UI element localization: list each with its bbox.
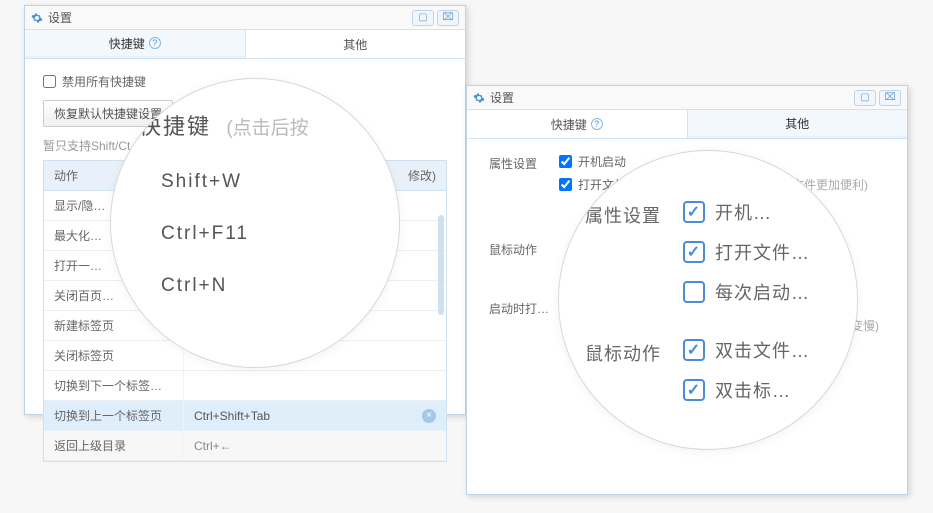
tab-shortcuts[interactable]: 快捷键 ? (467, 110, 688, 138)
scrollbar[interactable] (438, 215, 444, 315)
lens-group-label: 属性设置 (585, 199, 683, 319)
gear-icon (473, 92, 485, 104)
table-row[interactable]: 返回上级目录Ctrl+← (44, 431, 446, 461)
lens-subtitle: (点击后按 (226, 118, 308, 139)
titlebar: 设置 ▢ ⌧ (467, 86, 907, 110)
group-label: 属性设置 (489, 153, 559, 199)
tab-other[interactable]: 其他 (688, 110, 908, 138)
table-row-selected[interactable]: 切换到上一个标签页 Ctrl+Shift+Tab × (44, 401, 446, 431)
group-label: 鼠标动作 (489, 239, 559, 258)
close-button[interactable]: ⌧ (437, 10, 459, 26)
close-button[interactable]: ⌧ (879, 90, 901, 106)
tab-shortcuts[interactable]: 快捷键 ? (25, 30, 246, 58)
disable-all-checkbox[interactable] (43, 75, 56, 88)
table-row[interactable]: 切换到下一个标签… (44, 371, 446, 401)
tab-label: 其他 (343, 36, 367, 53)
window-title: 设置 (490, 89, 854, 106)
maximize-button[interactable]: ▢ (412, 10, 434, 26)
lens-shortcut: Shift+W (161, 171, 371, 193)
checkbox-icon[interactable] (683, 339, 705, 361)
window-btns: ▢ ⌧ (854, 90, 901, 106)
tabs: 快捷键 ? 其他 (25, 30, 465, 59)
tab-label: 快捷键 (551, 116, 587, 133)
lens-shortcut: Ctrl+N (161, 275, 371, 297)
lens-opt-dblfile: 双击文件… (683, 337, 841, 363)
gear-icon (31, 12, 43, 24)
lens-shortcut: Ctrl+F11 (161, 223, 371, 245)
help-icon[interactable]: ? (591, 118, 603, 130)
clear-shortcut-button[interactable]: × (422, 409, 436, 423)
magnifier-other: 属性设置 开机… 打开文件… 每次启动… 鼠标动作 双击文件… 双击标… (558, 150, 858, 450)
tab-label: 其他 (785, 115, 809, 132)
checkbox-label: 禁用所有快捷键 (62, 73, 146, 90)
lens-opt-autostart: 开机… (683, 199, 841, 225)
titlebar: 设置 ▢ ⌧ (25, 6, 465, 30)
lens-opt-everystart: 每次启动… (683, 279, 841, 305)
magnifier-shortcuts: 快捷键 (点击后按 Shift+W Ctrl+F11 Ctrl+N (110, 78, 400, 368)
group-label: 启动时打… (489, 298, 559, 317)
tab-other[interactable]: 其他 (246, 30, 466, 58)
checkbox-icon[interactable] (683, 201, 705, 223)
checkbox-icon[interactable] (683, 281, 705, 303)
window-btns: ▢ ⌧ (412, 10, 459, 26)
lens-opt-dbltab: 双击标… (683, 377, 841, 403)
maximize-button[interactable]: ▢ (854, 90, 876, 106)
tabs: 快捷键 ? 其他 (467, 110, 907, 139)
tab-label: 快捷键 (109, 35, 145, 52)
checkbox-icon[interactable] (683, 379, 705, 401)
window-title: 设置 (48, 9, 412, 26)
checkbox-icon[interactable] (683, 241, 705, 263)
lens-opt-openfile: 打开文件… (683, 239, 841, 265)
help-icon[interactable]: ? (149, 37, 161, 49)
